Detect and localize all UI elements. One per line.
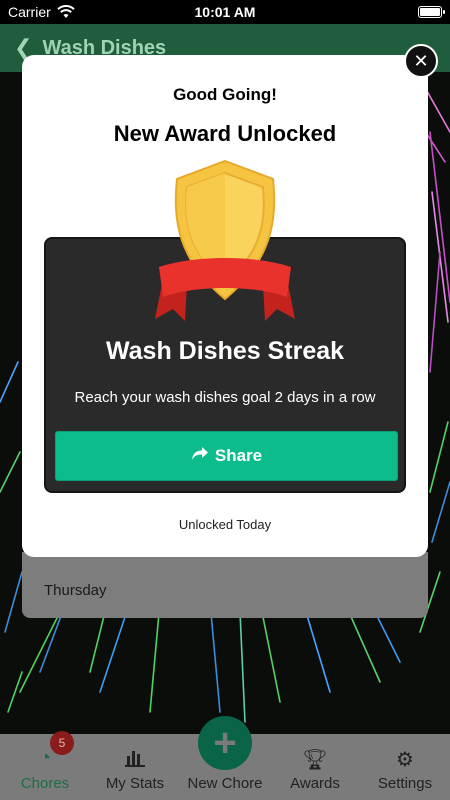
battery-icon [418, 6, 445, 18]
share-icon [191, 446, 209, 467]
award-name: Wash Dishes Streak [105, 337, 345, 365]
tab-settings[interactable]: ⚙ Settings [360, 747, 450, 792]
share-label: Share [214, 446, 263, 465]
tab-label-my-stats: My Stats [105, 775, 165, 792]
gear-icon: ⚙ [396, 749, 414, 771]
tab-label-new-chore: New Chore [187, 775, 263, 792]
status-bar: Carrier 10:01 AM [0, 0, 450, 24]
share-button[interactable]: Share [55, 431, 398, 481]
plus-icon: + [213, 720, 237, 765]
unlocked-text: Unlocked Today [178, 517, 272, 532]
badge-count: 5 [50, 731, 74, 755]
shield-badge-icon [155, 159, 295, 321]
status-left: Carrier [8, 4, 75, 20]
award-description: Reach your wash dishes goal 2 days in a … [74, 389, 376, 406]
modal-subtitle: Good Going! [173, 85, 277, 104]
tab-label-awards: Awards [290, 775, 340, 792]
tab-my-stats[interactable]: My Stats [90, 747, 180, 792]
tab-chores[interactable]: ◔ Chores 5 [0, 731, 90, 792]
modal-title: New Award Unlocked [113, 121, 337, 146]
close-icon: ✕ [413, 50, 429, 71]
day-label: Thursday [44, 582, 107, 599]
new-chore-button[interactable]: + [198, 716, 252, 770]
tab-awards[interactable]: 🏆︎ Awards [270, 747, 360, 792]
trophy-icon: 🏆︎ [302, 749, 328, 771]
day-card: Thursday [22, 552, 428, 618]
tab-label-settings: Settings [377, 775, 433, 792]
wifi-icon [57, 5, 75, 18]
clock-icon: ◔ [38, 747, 52, 769]
bar-chart-icon [124, 747, 146, 769]
close-button[interactable]: ✕ [404, 44, 438, 78]
carrier-label: Carrier [8, 4, 51, 20]
award-modal: Good Going! New Award Unlocked Wash Dish… [22, 55, 428, 557]
tab-label-chores: Chores [20, 775, 70, 792]
